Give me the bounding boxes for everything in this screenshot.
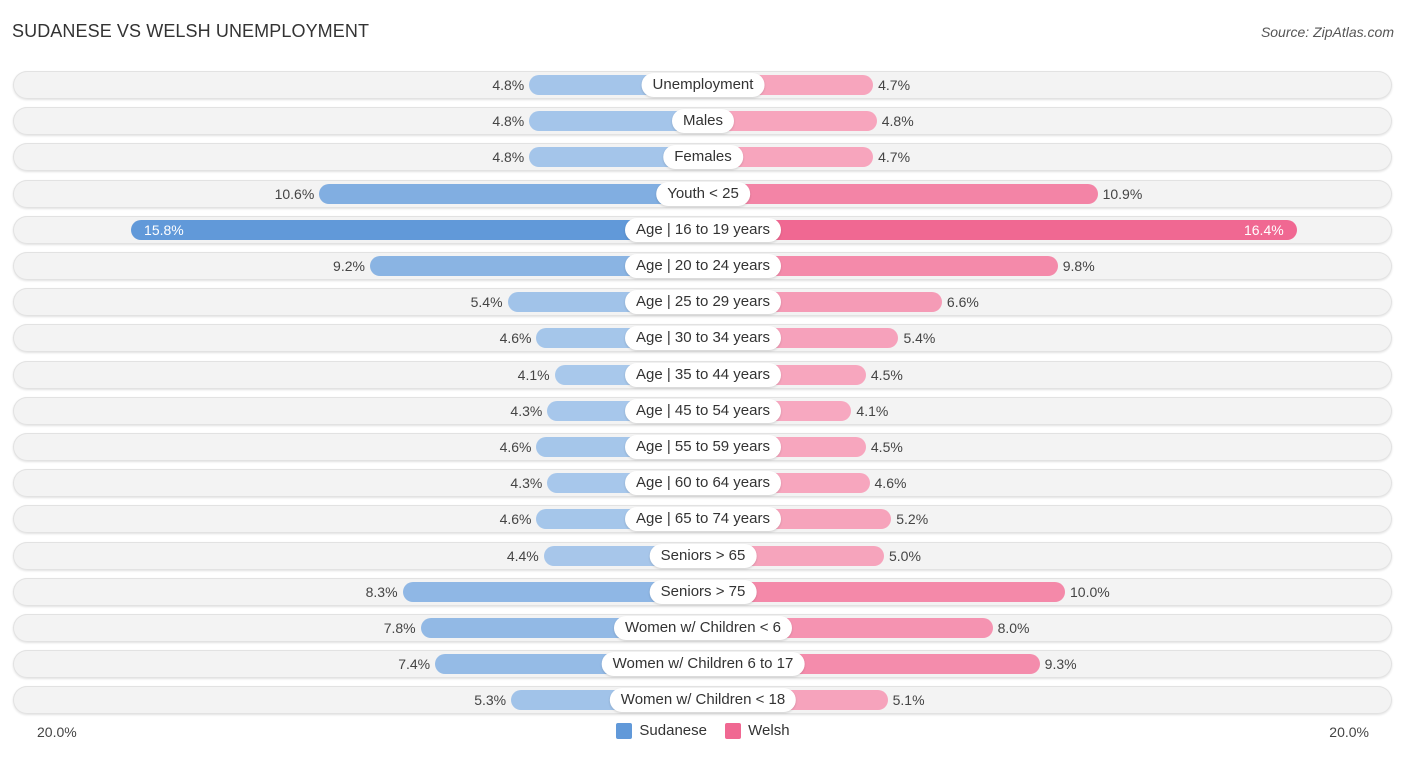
category-label: Age | 16 to 19 years: [625, 217, 781, 242]
chart-area: 4.8% 4.7% Unemployment 4.8% 4.8% Males 4.8% 4.7…: [0, 0, 1406, 757]
bar-welsh[interactable]: [703, 581, 1065, 602]
legend-item-sudanese[interactable]: Sudanese: [616, 722, 707, 739]
value-label-sudanese: 4.1%: [517, 366, 550, 383]
category-label: Age | 25 to 29 years: [625, 290, 781, 315]
value-label-welsh: 5.1%: [892, 692, 925, 709]
value-label-sudanese: 4.6%: [499, 439, 532, 455]
value-label-welsh: 4.1%: [856, 402, 889, 419]
value-label-sudanese: 15.8%: [144, 221, 184, 238]
bar-sudanese[interactable]: [319, 183, 703, 204]
value-label-welsh: 8.0%: [997, 620, 1030, 636]
value-label-sudanese: 10.6%: [274, 185, 315, 202]
value-label-welsh: 10.0%: [1070, 583, 1110, 600]
legend-swatch-welsh: [725, 722, 742, 739]
value-label-sudanese: 4.8%: [492, 149, 525, 166]
legend-label-welsh: Welsh: [748, 722, 790, 739]
value-label-sudanese: 4.3%: [510, 402, 543, 419]
category-label: Women w/ Children < 6: [613, 616, 793, 640]
bar-welsh[interactable]: [703, 183, 1098, 204]
bar-sudanese[interactable]: [131, 219, 703, 240]
category-label: Age | 60 to 64 years: [625, 471, 781, 496]
value-label-sudanese: 8.3%: [365, 583, 398, 600]
value-label-welsh: 6.6%: [946, 294, 979, 311]
value-label-welsh: 16.4%: [1243, 221, 1284, 238]
value-label-welsh: 10.9%: [1102, 185, 1143, 202]
category-label: Seniors > 75: [649, 579, 757, 604]
value-label-welsh: 4.8%: [881, 113, 914, 130]
legend-item-welsh[interactable]: Welsh: [725, 722, 790, 739]
value-label-welsh: 9.8%: [1062, 258, 1095, 274]
bar-welsh[interactable]: [703, 219, 1297, 240]
value-label-sudanese: 4.4%: [506, 547, 539, 564]
value-label-sudanese: 4.6%: [499, 330, 532, 347]
value-label-sudanese: 4.3%: [510, 475, 543, 492]
value-label-welsh: 4.7%: [878, 149, 911, 166]
value-label-welsh: 9.3%: [1044, 656, 1077, 673]
category-label: Age | 65 to 74 years: [625, 507, 781, 532]
category-label: Age | 35 to 44 years: [625, 362, 781, 387]
value-label-welsh: 4.5%: [870, 366, 903, 383]
value-label-welsh: 4.5%: [870, 439, 903, 455]
value-label-welsh: 4.7%: [878, 77, 911, 93]
value-label-sudanese: 4.6%: [499, 511, 532, 528]
category-label: Females: [663, 145, 743, 170]
value-label-sudanese: 9.2%: [333, 258, 365, 274]
value-label-welsh: 4.6%: [874, 475, 907, 492]
value-label-welsh: 5.2%: [896, 511, 929, 528]
category-label: Age | 20 to 24 years: [625, 254, 781, 278]
value-label-sudanese: 4.8%: [492, 113, 525, 130]
category-label: Women w/ Children 6 to 17: [601, 652, 805, 677]
category-label: Age | 45 to 54 years: [625, 398, 781, 423]
value-label-welsh: 5.0%: [889, 547, 921, 564]
category-label: Youth < 25: [656, 181, 750, 206]
category-label: Age | 55 to 59 years: [625, 435, 781, 459]
value-label-sudanese: 5.4%: [470, 294, 503, 311]
category-label: Women w/ Children < 18: [609, 688, 797, 713]
value-label-sudanese: 7.8%: [383, 620, 416, 636]
value-label-sudanese: 7.4%: [398, 656, 431, 673]
value-label-welsh: 5.4%: [903, 330, 936, 347]
legend: Sudanese Welsh: [0, 722, 1406, 743]
value-label-sudanese: 5.3%: [474, 692, 507, 709]
category-label: Unemployment: [641, 73, 765, 97]
value-label-sudanese: 4.8%: [492, 77, 525, 93]
legend-swatch-sudanese: [616, 722, 633, 739]
category-label: Age | 30 to 34 years: [625, 326, 781, 351]
category-label: Seniors > 65: [649, 543, 757, 568]
category-label: Males: [671, 109, 735, 134]
legend-label-sudanese: Sudanese: [639, 722, 707, 739]
